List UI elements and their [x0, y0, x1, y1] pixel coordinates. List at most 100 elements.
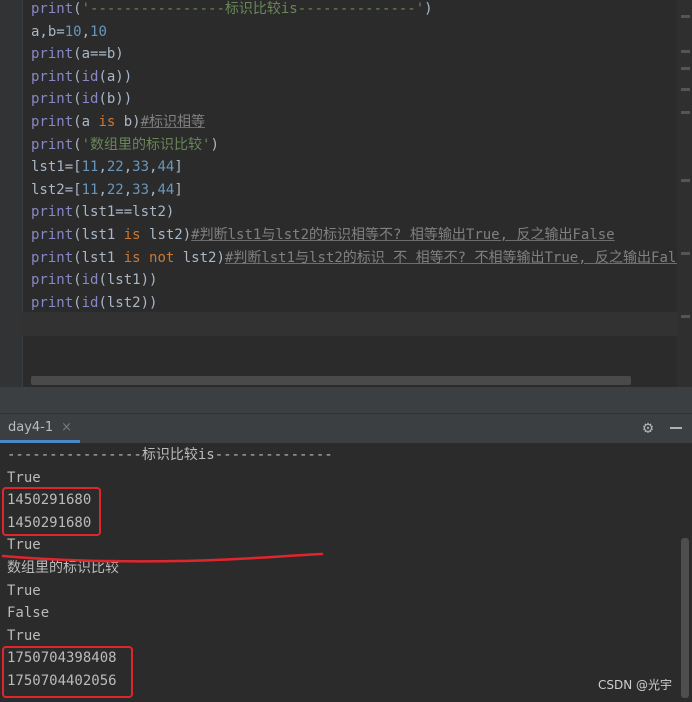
run-tab-label: day4-1 — [8, 419, 54, 435]
code-token: 11 — [81, 159, 99, 176]
code-token: lst2=[ — [31, 181, 82, 198]
console-line: True — [7, 582, 41, 599]
scroll-marker — [681, 67, 690, 70]
code-token: (a)) — [98, 68, 133, 85]
code-token: id — [81, 272, 99, 289]
minimize-icon[interactable] — [670, 427, 682, 429]
close-icon[interactable]: × — [61, 420, 72, 435]
code-token: print — [31, 272, 74, 289]
code-line[interactable]: print(id(lst2)) — [31, 292, 692, 315]
code-token: 22 — [106, 159, 124, 176]
code-token: (lst2)) — [98, 294, 158, 311]
annotation-underline — [1, 552, 324, 563]
scroll-marker — [681, 88, 690, 91]
code-token: , — [123, 159, 133, 176]
code-token: 10 — [64, 23, 82, 40]
scroll-marker — [681, 252, 690, 255]
code-token: is — [123, 226, 141, 243]
code-token: id — [81, 294, 99, 311]
code-token: lst2) — [174, 249, 225, 266]
code-token: 22 — [106, 181, 124, 198]
console-line: False — [7, 605, 50, 622]
annotation-box — [2, 646, 133, 698]
code-line[interactable]: print(a is b)#标识相等 — [31, 111, 692, 134]
editor-gutter — [0, 0, 23, 387]
code-token: (b)) — [98, 91, 133, 108]
code-token: print — [31, 113, 74, 130]
code-token: #标识相等 — [140, 113, 206, 130]
console-line: ----------------标识比较is-------------- — [7, 447, 333, 463]
code-line[interactable]: print(id(b)) — [31, 88, 692, 111]
code-token: ) — [424, 1, 433, 17]
code-token: print — [31, 294, 74, 311]
code-token: ( — [73, 91, 82, 108]
code-token: 11 — [81, 181, 99, 198]
code-line[interactable]: lst1=[11,22,33,44] — [31, 156, 692, 179]
code-token: 44 — [157, 159, 175, 176]
code-line[interactable]: print(lst1==lst2) — [31, 201, 692, 224]
code-token: (lst1)) — [98, 272, 158, 289]
code-token: id — [81, 91, 99, 108]
code-token: is not — [123, 249, 175, 266]
code-token: 44 — [157, 181, 175, 198]
code-token: print — [31, 68, 74, 85]
code-token: print — [31, 46, 74, 63]
annotation-box — [2, 487, 101, 536]
console-line: True — [7, 627, 41, 644]
code-line[interactable]: a,b=10,10 — [31, 21, 692, 44]
code-token: print — [31, 91, 74, 108]
code-line[interactable]: lst2=[11,22,33,44] — [31, 179, 692, 202]
code-token: is — [98, 113, 116, 130]
code-line[interactable]: print(a==b) — [31, 43, 692, 66]
run-tab[interactable]: day4-1 × — [0, 414, 81, 443]
panel-divider[interactable] — [0, 387, 692, 413]
code-line[interactable]: print(lst1 is lst2)#判断lst1与lst2的标识相等不? 相… — [31, 224, 692, 247]
scroll-marker — [681, 15, 690, 18]
code-token: ) — [210, 136, 219, 153]
code-token: lst1=[ — [31, 159, 82, 176]
scroll-marker — [681, 50, 690, 53]
code-token: (a — [73, 113, 99, 130]
code-token: ] — [174, 181, 183, 198]
console-scrollbar[interactable] — [681, 538, 689, 698]
code-token: print — [31, 249, 74, 266]
console-line: True — [7, 469, 41, 486]
code-line[interactable]: print('数组里的标识比较') — [31, 134, 692, 157]
code-token: #判断lst1与lst2的标识 不 相等不? 不相等输出True, 反之输出Fa… — [224, 249, 692, 266]
watermark: CSDN @光宇 — [598, 678, 673, 692]
code-token: print — [31, 1, 74, 17]
code-token: ( — [73, 136, 82, 153]
code-line[interactable]: print('----------------标识比较is-----------… — [31, 0, 692, 21]
scroll-marker — [681, 315, 690, 318]
code-content[interactable]: print('----------------标识比较is-----------… — [31, 0, 692, 314]
code-line[interactable]: print(id(a)) — [31, 66, 692, 89]
code-token: , — [98, 181, 107, 198]
code-line[interactable]: print(id(lst1)) — [31, 269, 692, 292]
code-token: , — [81, 23, 91, 40]
code-token: b) — [115, 113, 141, 130]
code-token: , — [123, 181, 133, 198]
code-token: print — [31, 204, 74, 221]
code-token: #判断lst1与lst2的标识相等不? 相等输出True, 反之输出False — [191, 226, 615, 243]
current-line-highlight — [22, 312, 677, 336]
code-token: print — [31, 226, 74, 243]
code-line[interactable]: print(lst1 is not lst2)#判断lst1与lst2的标识 不… — [31, 247, 692, 270]
code-token: (lst1 — [73, 226, 124, 243]
code-token: , — [98, 159, 107, 176]
code-editor[interactable]: print('----------------标识比较is-----------… — [0, 0, 692, 387]
vertical-scrollbar[interactable] — [677, 0, 692, 387]
code-token: lst2) — [140, 226, 192, 243]
code-token: 33 — [132, 181, 150, 198]
code-token: ( — [73, 294, 82, 311]
code-token: id — [81, 68, 99, 85]
code-token: ( — [73, 68, 82, 85]
gear-icon[interactable]: ⚙ — [638, 418, 658, 438]
code-token: '数组里的标识比较' — [81, 136, 211, 153]
horizontal-scrollbar[interactable] — [31, 376, 631, 385]
code-token: (lst1 — [73, 249, 124, 266]
code-token: a,b= — [31, 23, 65, 40]
code-token: (a==b) — [73, 46, 124, 63]
scroll-marker — [681, 111, 690, 114]
code-token: ] — [174, 159, 183, 176]
code-token: '----------------标识比较is--------------' — [81, 1, 425, 17]
